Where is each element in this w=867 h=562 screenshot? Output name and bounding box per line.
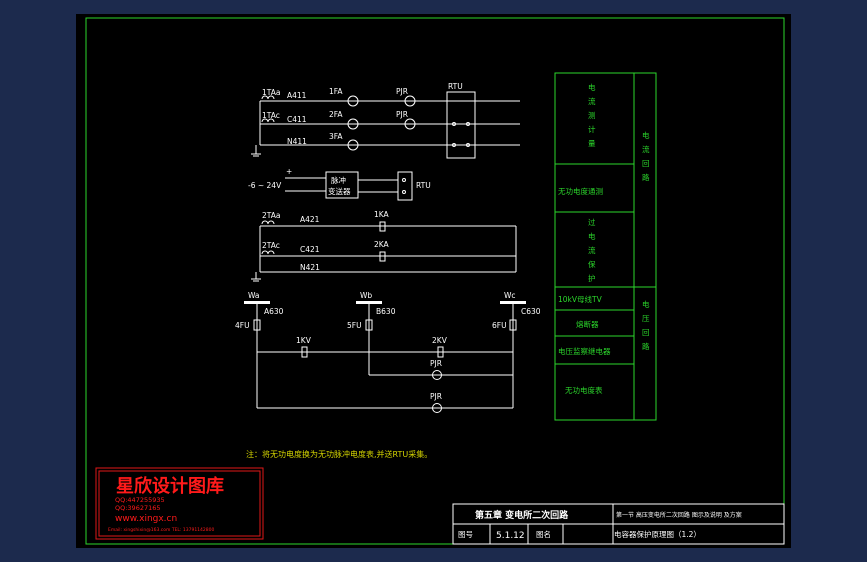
wire-label-a421: A421	[300, 215, 320, 224]
voltage-range-label: -6 ~ 24V	[248, 181, 282, 190]
meter-label-2fa: 2FA	[329, 110, 343, 119]
wire-label-c411: C411	[287, 115, 307, 124]
drawing-sheet: 1TAa 1TAc A411 C411 N411 1FA 2FA 3FA PJR…	[76, 14, 791, 548]
metering-circuit: 1TAa 1TAc A411 C411 N411 1FA 2FA 3FA PJR…	[251, 82, 520, 159]
wire-label-c421: C421	[300, 245, 320, 254]
meter-label-pjr-3: PJR	[430, 359, 442, 368]
relay-label-2ka: 2KA	[374, 240, 390, 249]
ct-label-1taa: 1TAa	[262, 88, 281, 97]
fuse-label-5fu: 5FU	[347, 321, 362, 330]
logo-qq-1: QQ:447255935	[115, 496, 165, 504]
svg-text:+: +	[286, 167, 292, 176]
transmitter-label-2: 变送器	[328, 186, 351, 196]
pulse-circuit: -6 ~ 24V + 脉冲 变送器 RTU	[248, 167, 431, 201]
wire-label-c630: C630	[521, 307, 541, 316]
title-block: 第五章 变电所二次回路 第一节 高压变电所二次回路 图示及说明 及方案 图号 5…	[452, 503, 785, 545]
legend-fuse: 熔断器	[576, 319, 599, 329]
relay-label-1ka: 1KA	[374, 210, 390, 219]
bus-label-wc: Wc	[504, 291, 516, 300]
rtu-label-2: RTU	[416, 181, 431, 190]
schematic-drawing: 1TAa 1TAc A411 C411 N411 1FA 2FA 3FA PJR…	[85, 17, 785, 545]
legend-current-group: 电流回路	[642, 130, 650, 182]
drawing-number: 5.1.12	[496, 531, 525, 541]
wire-label-a411: A411	[287, 91, 307, 100]
drawing-note: 注：将无功电度换为无功脉冲电度表,并送RTU采集。	[246, 449, 432, 459]
relay-label-2kv: 2KV	[432, 336, 448, 345]
legend-current-metering: 电流测计量	[588, 82, 596, 148]
bus-label-wb: Wb	[360, 291, 372, 300]
wire-label-a630: A630	[264, 307, 284, 316]
meter-label-pjr-2: PJR	[396, 110, 408, 119]
outer-frame	[85, 17, 785, 545]
meter-label-pjr-1: PJR	[396, 87, 408, 96]
voltage-circuit: Wa Wb Wc A630 B630 C630 4FU 5FU 6FU 1KV …	[235, 291, 541, 413]
drawing-no-label: 图号	[458, 530, 473, 539]
drawing-name: 电容器保护原理图（1.2）	[614, 529, 701, 539]
drawing-name-label: 图名	[536, 529, 551, 539]
logo-qq-2: QQ:39627165	[115, 504, 161, 512]
legend-voltage-group: 电压回路	[642, 299, 650, 351]
logo-block: 星欣设计图库 QQ:447255935 QQ:39627165 www.xing…	[95, 467, 264, 540]
wire-label-b630: B630	[376, 307, 396, 316]
rtu-label-1: RTU	[448, 82, 463, 91]
meter-label-pjr-4: PJR	[430, 392, 442, 401]
wire-label-n421: N421	[300, 263, 320, 272]
ct-label-2taa: 2TAa	[262, 211, 281, 220]
legend-overcurrent-protection: 过电流保护	[588, 217, 596, 283]
logo-contact: Email: xingshixin@163.com TEL: 137911428…	[108, 527, 215, 533]
wire-label-n411: N411	[287, 137, 307, 146]
legend-voltage-relay: 电压监察继电器	[558, 346, 611, 356]
bus-label-wa: Wa	[248, 291, 260, 300]
logo-title: 星欣设计图库	[116, 475, 224, 497]
ct-label-1tac: 1TAc	[262, 111, 280, 120]
legend-bus-tv: 10kV母线TV	[558, 294, 603, 304]
legend-table	[554, 72, 657, 421]
legend-texts: 电流测计量无功电度通测过电流保护 电流回路 10kV母线TV 熔断器电压监察继电器无功…	[558, 82, 650, 395]
ct-label-2tac: 2TAc	[262, 241, 280, 250]
meter-label-1fa: 1FA	[329, 87, 343, 96]
transmitter-label-1: 脉冲	[331, 175, 346, 185]
overcurrent-circuit: 2TAa 2TAc A421 C421 N421 1KA 2KA	[251, 210, 517, 282]
chapter-title: 第五章 变电所二次回路	[475, 509, 569, 521]
meter-label-3fa: 3FA	[329, 132, 343, 141]
relay-label-1kv: 1KV	[296, 336, 312, 345]
legend-reactive-watt-test: 无功电度通测	[558, 186, 603, 196]
logo-website: www.xingx.cn	[115, 514, 177, 524]
fuse-label-4fu: 4FU	[235, 321, 250, 330]
section-title: 第一节 高压变电所二次回路 图示及说明 及方案	[616, 511, 742, 519]
fuse-label-6fu: 6FU	[492, 321, 507, 330]
legend-reactive-meter: 无功电度表	[565, 385, 603, 395]
